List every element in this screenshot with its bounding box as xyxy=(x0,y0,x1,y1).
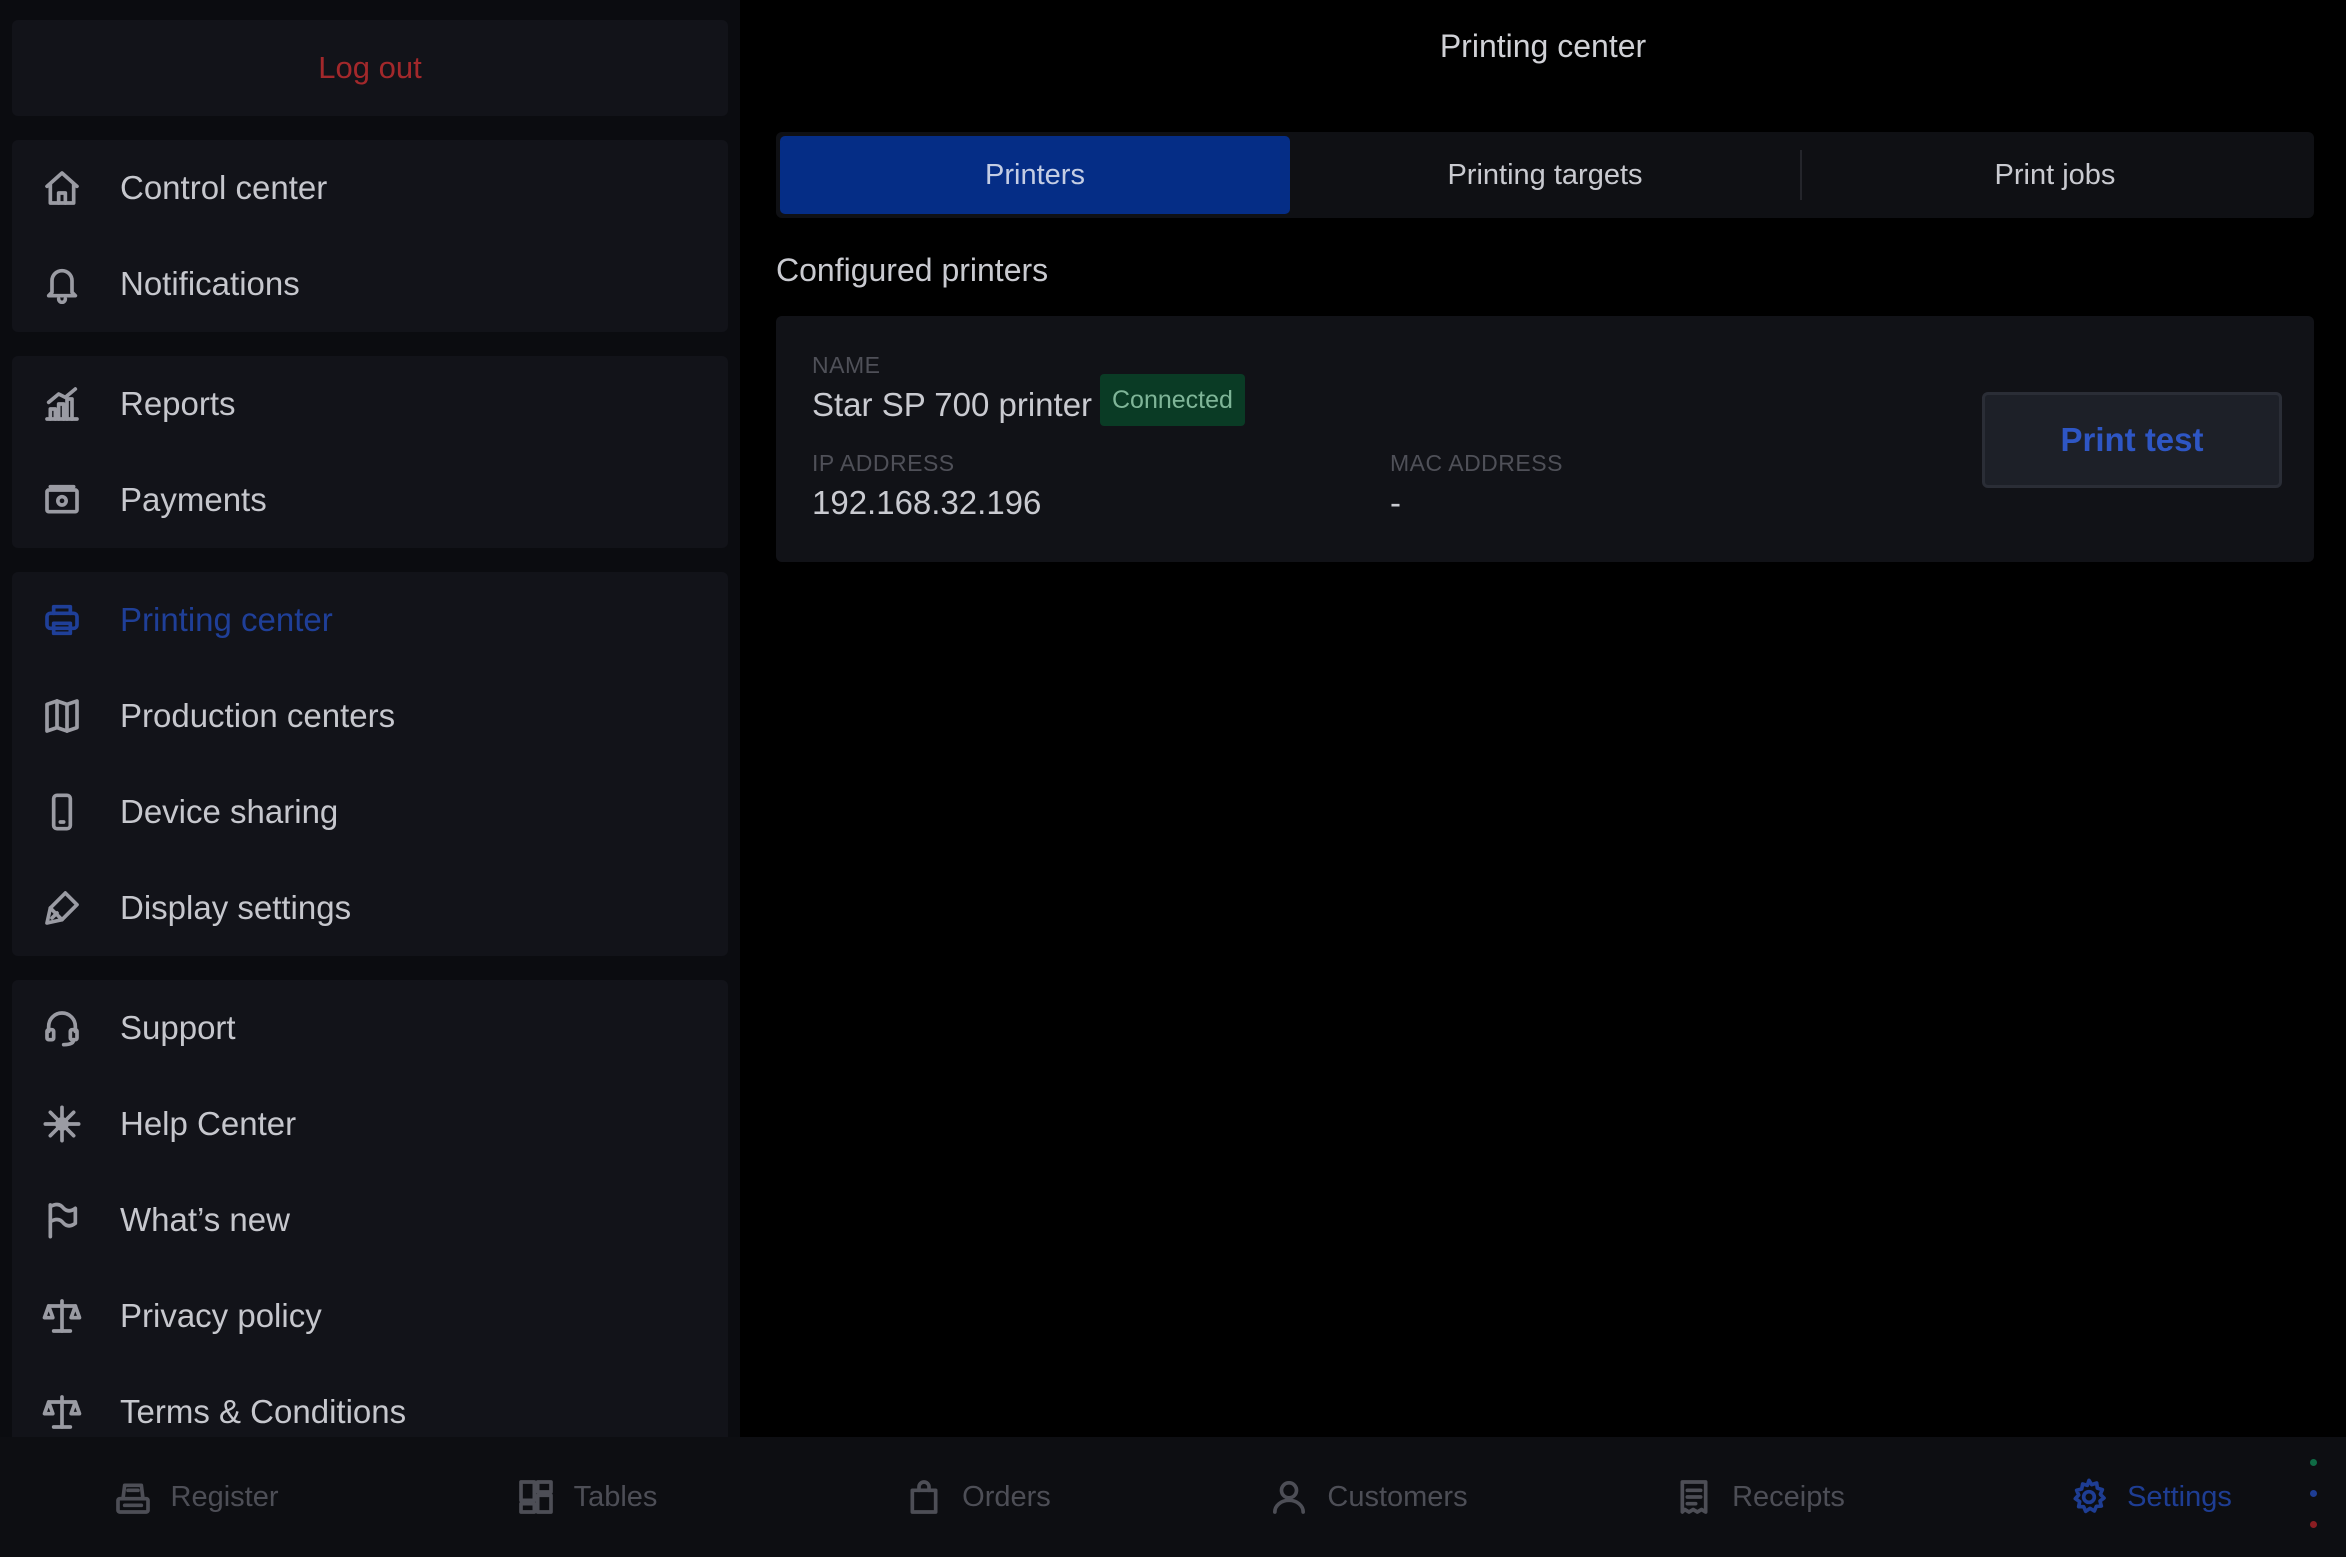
nav-label: Customers xyxy=(1327,1480,1468,1513)
sidebar-item-notifications[interactable]: Notifications xyxy=(12,236,728,332)
map-icon xyxy=(40,694,84,738)
nav-customers[interactable]: Customers xyxy=(1173,1437,1564,1557)
phone-icon xyxy=(40,790,84,834)
sidebar-item-label: Payments xyxy=(120,481,267,518)
sidebar-item-whats-new[interactable]: What’s new xyxy=(12,1172,728,1268)
sidebar-item-help-center[interactable]: Help Center xyxy=(12,1076,728,1172)
bag-icon xyxy=(904,1477,944,1517)
user-icon xyxy=(1269,1477,1309,1517)
name-label: NAME xyxy=(812,352,881,378)
tab-print-jobs[interactable]: Print jobs xyxy=(1800,136,2310,214)
nav-receipts[interactable]: Receipts xyxy=(1564,1437,1955,1557)
sidebar-item-label: Support xyxy=(120,1009,236,1046)
compass-icon xyxy=(40,1102,84,1146)
receipt-icon xyxy=(1674,1477,1714,1517)
status-dots xyxy=(2310,1459,2318,1552)
sidebar-item-label: Device sharing xyxy=(120,793,339,830)
page-title: Printing center xyxy=(1439,28,1647,64)
main-content: Printing center Printers Printing target… xyxy=(740,0,2346,1437)
sidebar-item-terms-conditions[interactable]: Terms & Conditions xyxy=(12,1364,728,1437)
tab-printing-targets[interactable]: Printing targets xyxy=(1290,136,1800,214)
nav-label: Orders xyxy=(962,1480,1051,1513)
mac-address-value: - xyxy=(1390,484,1401,521)
ip-address-label: IP ADDRESS xyxy=(812,450,955,476)
nav-label: Register xyxy=(170,1480,279,1513)
ip-address-value: 192.168.32.196 xyxy=(812,484,1042,521)
print-test-button[interactable]: Print test xyxy=(1982,392,2282,488)
nav-label: Settings xyxy=(2127,1480,2232,1513)
sidebar-item-label: Terms & Conditions xyxy=(120,1393,407,1430)
headset-icon xyxy=(40,1006,84,1050)
sidebar-item-printing-center[interactable]: Printing center xyxy=(12,572,728,668)
sidebar-group-1: Control center Notifications xyxy=(12,140,728,332)
section-title: Configured printers xyxy=(776,252,1049,288)
logout-button[interactable]: Log out xyxy=(12,20,728,116)
printer-icon xyxy=(40,598,84,642)
scale-icon xyxy=(40,1294,84,1338)
scale-icon xyxy=(40,1390,84,1434)
nav-register[interactable]: Register xyxy=(0,1437,391,1557)
sidebar-item-privacy-policy[interactable]: Privacy policy xyxy=(12,1268,728,1364)
home-icon xyxy=(40,166,84,210)
bottom-nav: Register Tables Orders Customers Receipt… xyxy=(0,1437,2346,1557)
sidebar-item-payments[interactable]: Payments xyxy=(12,452,728,548)
register-icon xyxy=(113,1477,153,1517)
printer-card[interactable]: NAME Star SP 700 printer Connected IP AD… xyxy=(776,316,2314,562)
tab-printers[interactable]: Printers xyxy=(780,136,1290,214)
sidebar-group-3: Printing center Production centers Devic… xyxy=(12,572,728,956)
sidebar-item-device-sharing[interactable]: Device sharing xyxy=(12,764,728,860)
sidebar-item-label: Reports xyxy=(120,385,236,422)
logout-label: Log out xyxy=(318,50,422,85)
sidebar-item-label: Production centers xyxy=(120,697,396,734)
status-dot-red xyxy=(2310,1521,2317,1528)
tables-icon xyxy=(516,1477,556,1517)
sidebar-item-label: Printing center xyxy=(120,601,333,638)
sidebar-group-2: Reports Payments xyxy=(12,356,728,548)
flag-icon xyxy=(40,1198,84,1242)
sidebar-item-production-centers[interactable]: Production centers xyxy=(12,668,728,764)
nav-tables[interactable]: Tables xyxy=(391,1437,782,1557)
tab-bar: Printers Printing targets Print jobs xyxy=(776,132,2314,218)
sidebar: Log out Control center Notifications Rep… xyxy=(0,0,740,1437)
sidebar-item-label: Help Center xyxy=(120,1105,297,1142)
sidebar-item-support[interactable]: Support xyxy=(12,980,728,1076)
status-dot-blue xyxy=(2310,1490,2317,1497)
cash-icon xyxy=(40,478,84,522)
sidebar-item-label: Notifications xyxy=(120,265,300,302)
nav-label: Tables xyxy=(573,1480,658,1513)
mac-address-label: MAC ADDRESS xyxy=(1390,450,1563,476)
sidebar-item-label: Privacy policy xyxy=(120,1297,322,1334)
sidebar-item-reports[interactable]: Reports xyxy=(12,356,728,452)
gear-icon xyxy=(2069,1477,2109,1517)
sidebar-group-4: Support Help Center What’s new Privacy p… xyxy=(12,980,728,1437)
bell-icon xyxy=(40,262,84,306)
brush-icon xyxy=(40,886,84,930)
sidebar-item-display-settings[interactable]: Display settings xyxy=(12,860,728,956)
sidebar-item-label: What’s new xyxy=(120,1201,290,1238)
sidebar-item-label: Control center xyxy=(120,169,328,206)
nav-settings[interactable]: Settings xyxy=(1955,1437,2346,1557)
status-badge: Connected xyxy=(1100,374,1245,426)
nav-label: Receipts xyxy=(1732,1480,1845,1513)
nav-orders[interactable]: Orders xyxy=(782,1437,1173,1557)
sidebar-item-control-center[interactable]: Control center xyxy=(12,140,728,236)
printer-name: Star SP 700 printer xyxy=(812,386,1093,423)
sidebar-item-label: Display settings xyxy=(120,889,352,926)
status-dot-green xyxy=(2310,1459,2317,1466)
chart-icon xyxy=(40,382,84,426)
